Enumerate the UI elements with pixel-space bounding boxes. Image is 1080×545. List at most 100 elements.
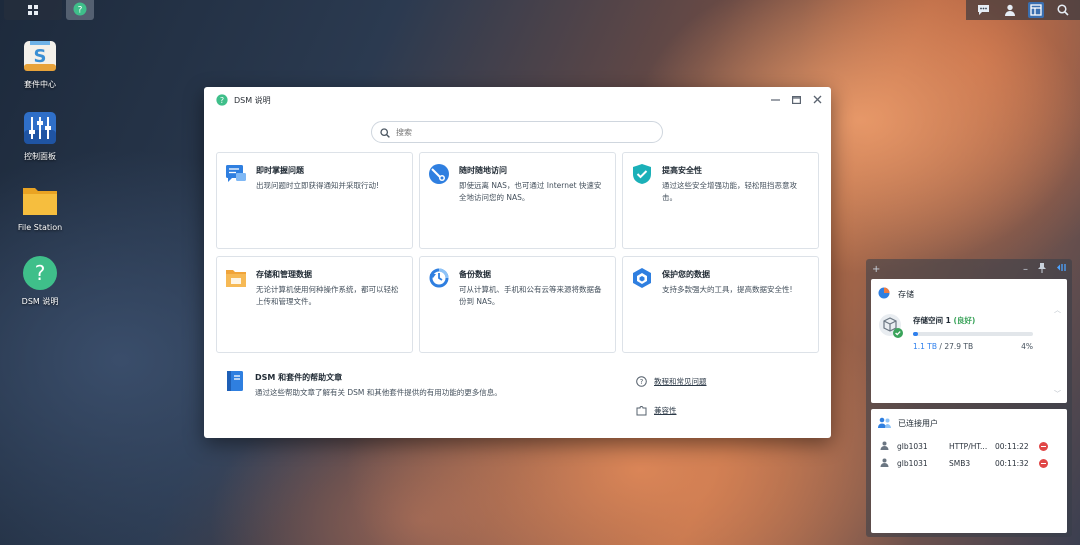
notification-icon (225, 163, 247, 185)
desktop-icon-label: 套件中心 (24, 80, 56, 89)
card-storage-management[interactable]: 存储和管理数据 无论计算机使用何种操作系统，都可以轻松上传和管理文件。 (216, 256, 413, 353)
card-remote-access[interactable]: 随时随地访问 即使远离 NAS，也可通过 Internet 快速安全地访问您的 … (419, 152, 616, 249)
user-icon (880, 441, 889, 452)
storage-volume-row[interactable]: 存储空间 1 (良好) 1.1 TB / 27.9 TB 4% (871, 309, 1067, 351)
desktop-icon-file-station[interactable]: File Station (8, 182, 72, 232)
faq-link[interactable]: ? 教程和常见问题 (636, 372, 707, 391)
user-protocol: SMB3 (949, 459, 971, 468)
disconnect-icon[interactable] (1039, 459, 1048, 468)
card-title: 备份数据 (459, 270, 491, 279)
main-menu-button[interactable] (4, 0, 62, 20)
desktop-icon-dsm-help[interactable]: ? DSM 说明 (8, 255, 72, 307)
widget-toolbar: + – (866, 259, 1072, 279)
help-icon: ? (216, 91, 228, 110)
desktop-icon-label: File Station (17, 223, 63, 232)
card-backup[interactable]: 备份数据 可从计算机、手机和公有云等来源将数据备份到 NAS。 (419, 256, 616, 353)
svg-text:?: ? (78, 5, 83, 15)
card-desc: 无论计算机使用何种操作系统，都可以轻松上传和管理文件。 (256, 285, 399, 306)
package-center-icon: S (22, 38, 58, 74)
taskbar: ? (0, 0, 1080, 20)
control-panel-icon (22, 110, 58, 146)
connected-user-row[interactable]: glb1031 SMB3 00:11:32 (871, 455, 1067, 472)
storage-total: 27.9 TB (944, 342, 974, 351)
faq-link-label[interactable]: 教程和常见问题 (654, 376, 707, 387)
folder-icon (22, 182, 58, 218)
maximize-icon[interactable] (790, 92, 802, 106)
card-title: 存储和管理数据 (256, 270, 312, 279)
disconnect-icon[interactable] (1039, 442, 1048, 451)
book-icon (224, 370, 246, 392)
compatibility-link-label[interactable]: 兼容性 (654, 405, 677, 416)
card-instant-issues[interactable]: 即时掌握问题 出现问题时立即获得通知并采取行动! (216, 152, 413, 249)
card-title: 提高安全性 (662, 166, 702, 175)
svg-text:?: ? (35, 261, 46, 285)
dsm-help-window: ? DSM 说明 即时掌握问题 出现问题时立即获得通知并采取行动! (204, 87, 831, 438)
dsm-help-taskbar-button[interactable]: ? (66, 0, 94, 20)
pin-icon[interactable] (1038, 262, 1046, 276)
desktop-icon-package-center[interactable]: S 套件中心 (8, 38, 72, 90)
svg-text:?: ? (640, 378, 644, 386)
search-icon (380, 123, 390, 142)
desktop-icon-label: DSM 说明 (21, 297, 59, 306)
user-protocol: HTTP/HT... (949, 442, 988, 451)
compatibility-link[interactable]: 兼容性 (636, 401, 707, 420)
storage-widget-title: 存储 (898, 289, 914, 299)
question-circle-icon: ? (636, 372, 647, 391)
help-icon: ? (22, 255, 58, 291)
remote-access-icon (428, 163, 450, 185)
minimize-icon[interactable] (769, 92, 781, 106)
storage-usage-bar (913, 332, 1033, 336)
chat-icon[interactable] (975, 2, 991, 18)
card-title: 随时随地访问 (459, 166, 507, 175)
add-icon[interactable]: + (872, 264, 880, 275)
card-security[interactable]: 提高安全性 通过这些安全增强功能，轻松阻挡恶意攻击。 (622, 152, 819, 249)
scroll-up-icon[interactable]: ︿ (1054, 305, 1061, 315)
search-input[interactable] (396, 127, 636, 137)
help-links: ? 教程和常见问题 兼容性 (636, 372, 707, 430)
card-desc: 通过这些安全增强功能，轻松阻挡恶意攻击。 (662, 181, 797, 202)
widgets-icon[interactable] (1028, 2, 1045, 18)
grid-icon (27, 1, 39, 20)
card-desc: 即使远离 NAS，也可通过 Internet 快速安全地访问您的 NAS。 (459, 181, 602, 202)
volume-cube-icon (878, 313, 904, 351)
window-titlebar[interactable]: ? DSM 说明 (204, 87, 831, 113)
connected-users-header: 已连接用户 (871, 409, 1067, 438)
collapse-icon[interactable] (1056, 263, 1066, 275)
connected-user-row[interactable]: glb1031 HTTP/HT... 00:11:22 (871, 438, 1067, 455)
storage-widget-header: 存储 (871, 279, 1067, 309)
close-icon[interactable] (811, 92, 823, 106)
backup-icon (428, 267, 450, 289)
volume-status: (良好) (953, 316, 976, 325)
svg-text:?: ? (220, 96, 224, 105)
scroll-down-icon[interactable]: ﹀ (1054, 389, 1061, 399)
desktop-icon-label: 控制面板 (24, 152, 56, 161)
user-icon (880, 458, 889, 469)
user-icon[interactable] (1002, 2, 1018, 18)
help-articles-desc: 通过这些帮助文章了解有关 DSM 和其他套件提供的有用功能的更多信息。 (255, 388, 502, 397)
help-icon: ? (73, 1, 87, 20)
taskbar-right-tray (966, 0, 1080, 20)
users-icon (878, 417, 891, 430)
widget-panel: + – 存储 存储空间 1 (良好) 1.1 TB / 27.9 TB 4% ︿… (866, 259, 1072, 537)
storage-pie-icon (878, 287, 890, 301)
help-articles-section[interactable]: DSM 和套件的帮助文章 通过这些帮助文章了解有关 DSM 和其他套件提供的有用… (224, 370, 604, 399)
minimize-icon[interactable]: – (1023, 264, 1028, 275)
desktop-icon-control-panel[interactable]: 控制面板 (8, 110, 72, 162)
search-icon[interactable] (1055, 2, 1071, 18)
user-time: 00:11:22 (995, 442, 1029, 451)
card-data-protection[interactable]: 保护您的数据 支持多款强大的工具，提高数据安全性! (622, 256, 819, 353)
watermark-text: 什么值得买 (948, 505, 1048, 530)
user-name: glb1031 (897, 459, 928, 468)
card-desc: 支持多款强大的工具，提高数据安全性! (662, 285, 793, 294)
search-box[interactable] (371, 121, 663, 143)
storage-percent: 4% (1021, 342, 1033, 351)
watermark-logo: 值 (910, 500, 942, 532)
puzzle-icon (636, 401, 647, 420)
card-title: 即时掌握问题 (256, 166, 304, 175)
folder-icon (225, 267, 247, 289)
user-time: 00:11:32 (995, 459, 1029, 468)
card-desc: 出现问题时立即获得通知并采取行动! (256, 181, 380, 190)
volume-name: 存储空间 1 (913, 316, 951, 325)
card-desc: 可从计算机、手机和公有云等来源将数据备份到 NAS。 (459, 285, 602, 306)
storage-used: 1.1 TB (913, 342, 938, 351)
